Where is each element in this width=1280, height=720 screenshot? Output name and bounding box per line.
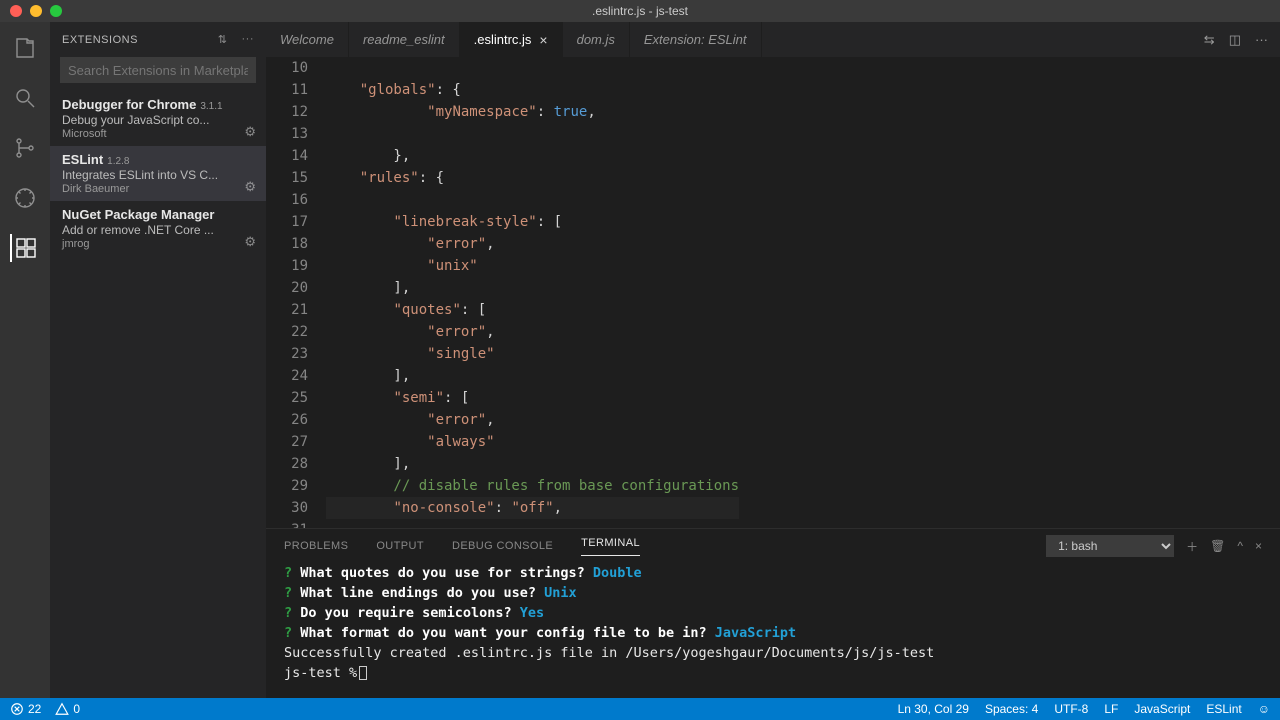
window-title: .eslintrc.js - js-test: [0, 4, 1280, 18]
extension-item[interactable]: Debugger for Chrome3.1.1 Debug your Java…: [50, 91, 266, 146]
status-eslint[interactable]: ESLint: [1206, 702, 1241, 716]
sidebar-title: EXTENSIONS: [62, 34, 138, 46]
diff-icon[interactable]: ⇆: [1204, 32, 1215, 48]
terminal-select[interactable]: 1: bash: [1046, 535, 1174, 557]
extension-desc: Integrates ESLint into VS C...: [62, 168, 254, 182]
kill-terminal-icon[interactable]: 🗑: [1210, 539, 1225, 553]
editor-body[interactable]: 1011121314151617181920212223242526272829…: [266, 57, 1280, 528]
status-errors[interactable]: 22: [10, 702, 41, 716]
tab-eslintrc[interactable]: .eslintrc.js×: [460, 22, 563, 57]
explorer-icon[interactable]: [11, 34, 39, 62]
extension-item[interactable]: NuGet Package Manager Add or remove .NET…: [50, 201, 266, 256]
panel-close-icon[interactable]: ×: [1255, 539, 1262, 553]
search-icon[interactable]: [11, 84, 39, 112]
extension-name: ESLint: [62, 152, 103, 167]
line-numbers: 1011121314151617181920212223242526272829…: [266, 57, 326, 528]
tab-terminal[interactable]: TERMINAL: [581, 537, 640, 556]
tab-debug[interactable]: DEBUG CONSOLE: [452, 540, 553, 552]
extension-search-input[interactable]: [60, 57, 256, 83]
cursor: [359, 666, 367, 680]
extension-publisher: jmrog: [62, 238, 254, 250]
zoom-window[interactable]: [50, 5, 62, 17]
tab-output[interactable]: OUTPUT: [376, 540, 424, 552]
more-icon[interactable]: ···: [1255, 32, 1268, 47]
sidebar-header: EXTENSIONS ⇅ ···: [50, 22, 266, 57]
status-encoding[interactable]: UTF-8: [1054, 702, 1088, 716]
minimize-window[interactable]: [30, 5, 42, 17]
status-language[interactable]: JavaScript: [1134, 702, 1190, 716]
gear-icon[interactable]: ⚙: [244, 124, 256, 140]
debug-icon[interactable]: [11, 184, 39, 212]
status-eol[interactable]: LF: [1104, 702, 1118, 716]
titlebar: .eslintrc.js - js-test: [0, 0, 1280, 22]
tab-extension[interactable]: Extension: ESLint: [630, 22, 762, 57]
gear-icon[interactable]: ⚙: [244, 234, 256, 250]
extensions-icon[interactable]: [10, 234, 38, 262]
tab-welcome[interactable]: Welcome: [266, 22, 349, 57]
terminal-line: Successfully created .eslintrc.js file i…: [284, 643, 1262, 663]
terminal-prompt: js-test %: [284, 665, 357, 681]
close-icon[interactable]: ×: [539, 32, 547, 48]
extension-name: Debugger for Chrome: [62, 97, 196, 112]
extension-publisher: Dirk Baeumer: [62, 183, 254, 195]
tab-dom[interactable]: dom.js: [563, 22, 630, 57]
status-warnings[interactable]: 0: [55, 702, 80, 716]
extension-desc: Add or remove .NET Core ...: [62, 223, 254, 237]
extension-publisher: Microsoft: [62, 128, 254, 140]
extension-name: NuGet Package Manager: [62, 207, 214, 222]
more-icon[interactable]: ···: [242, 33, 255, 46]
tab-problems[interactable]: PROBLEMS: [284, 540, 348, 552]
terminal-content[interactable]: ? What quotes do you use for strings? Do…: [266, 563, 1280, 698]
status-spaces[interactable]: Spaces: 4: [985, 702, 1038, 716]
code-content[interactable]: "globals": { "myNamespace": true, }, "ru…: [326, 57, 739, 528]
panel-up-icon[interactable]: ^: [1237, 539, 1243, 553]
status-line-col[interactable]: Ln 30, Col 29: [898, 702, 969, 716]
close-window[interactable]: [10, 5, 22, 17]
feedback-icon[interactable]: ☺: [1258, 702, 1270, 716]
sidebar: EXTENSIONS ⇅ ··· Debugger for Chrome3.1.…: [50, 22, 266, 698]
panel-tabs: PROBLEMS OUTPUT DEBUG CONSOLE TERMINAL 1…: [266, 529, 1280, 563]
filter-icon[interactable]: ⇅: [218, 33, 228, 46]
status-bar: 22 0 Ln 30, Col 29 Spaces: 4 UTF-8 LF Ja…: [0, 698, 1280, 720]
git-icon[interactable]: [11, 134, 39, 162]
extension-desc: Debug your JavaScript co...: [62, 113, 254, 127]
activity-bar: [0, 22, 50, 698]
editor-area: Welcome readme_eslint .eslintrc.js× dom.…: [266, 22, 1280, 698]
tab-readme[interactable]: readme_eslint: [349, 22, 460, 57]
split-icon[interactable]: ◫: [1229, 32, 1241, 48]
new-terminal-icon[interactable]: ＋: [1186, 538, 1198, 555]
editor-tabs: Welcome readme_eslint .eslintrc.js× dom.…: [266, 22, 1280, 57]
bottom-panel: PROBLEMS OUTPUT DEBUG CONSOLE TERMINAL 1…: [266, 528, 1280, 698]
extension-item[interactable]: ESLint1.2.8 Integrates ESLint into VS C.…: [50, 146, 266, 201]
gear-icon[interactable]: ⚙: [244, 179, 256, 195]
